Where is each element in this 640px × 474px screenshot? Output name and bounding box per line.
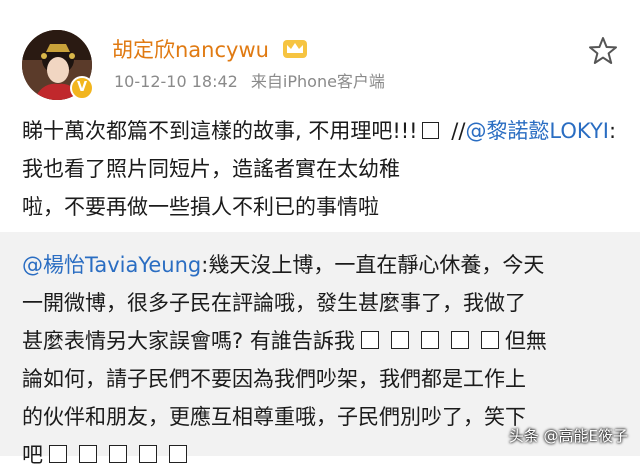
post-line-1: 睇十萬次都篇不到這樣的故事, 不用理吧!!! //@黎諾懿LOKYI:我也看了照… (22, 112, 622, 188)
repost-separator: // (444, 119, 466, 143)
post-body: 睇十萬次都篇不到這樣的故事, 不用理吧!!! //@黎諾懿LOKYI:我也看了照… (22, 112, 622, 226)
missing-glyph-icon (480, 331, 499, 349)
watermark: 头条 @高能E筱子 (508, 427, 628, 445)
mention-link[interactable]: @黎諾懿LOKYI (465, 119, 609, 143)
missing-glyph-icon (79, 445, 97, 463)
post-meta: 10-12-10 18:42 来自iPhone客户端 (114, 68, 385, 92)
missing-glyph-icon (420, 331, 439, 349)
repost-line-1: @楊怡TaviaYeung:幾天沒上博，一直在靜心休養，今天 (22, 246, 622, 284)
missing-glyph-icon (450, 331, 469, 349)
missing-glyph-icon (49, 445, 67, 463)
verified-badge: V (70, 76, 94, 100)
crown-icon (282, 39, 308, 64)
post-header: V 胡定欣nancywu 10-12-10 18:42 来自iPhone客户端 (0, 0, 640, 104)
post-line-3: 啦，不要再做一些損人不利已的事情啦 (22, 195, 379, 219)
repost-box[interactable]: @楊怡TaviaYeung:幾天沒上博，一直在靜心休養，今天 一開微博，很多子民… (0, 232, 640, 467)
repost-text-1: :幾天沒上博，一直在靜心休養，今天 (201, 253, 545, 277)
repost-text-6: 吧 (22, 443, 43, 467)
missing-glyph-icon (360, 331, 379, 349)
repost-text-3b: 但無 (504, 329, 547, 353)
repost-mention-link[interactable]: @楊怡TaviaYeung (22, 253, 201, 277)
repost-text-3: 甚麼表情另大家誤會嗎? 有誰告訴我 (22, 329, 355, 353)
repost-line-3: 甚麼表情另大家誤會嗎? 有誰告訴我 但無 (22, 322, 622, 360)
missing-glyph-icon (109, 445, 127, 463)
post-text-1: 睇十萬次都篇不到這樣的故事, 不用理吧!!! (22, 119, 418, 143)
post-source[interactable]: 来自iPhone客户端 (251, 72, 385, 91)
missing-glyph-icon (139, 445, 157, 463)
repost-line-2: 一開微博，很多子民在評論哦，發生甚麼事了，我做了 (22, 291, 526, 315)
missing-glyph-icon (421, 122, 439, 139)
repost-line-4: 論如何，請子民們不要因為我們吵架，我們都是工作上 (22, 367, 526, 391)
username-text[interactable]: 胡定欣nancywu (112, 38, 269, 62)
post-time: 10-12-10 18:42 (114, 72, 238, 91)
star-outline-icon[interactable] (588, 36, 618, 66)
missing-glyph-icon (169, 445, 187, 463)
username[interactable]: 胡定欣nancywu (112, 34, 308, 64)
missing-glyph-icon (390, 331, 409, 349)
